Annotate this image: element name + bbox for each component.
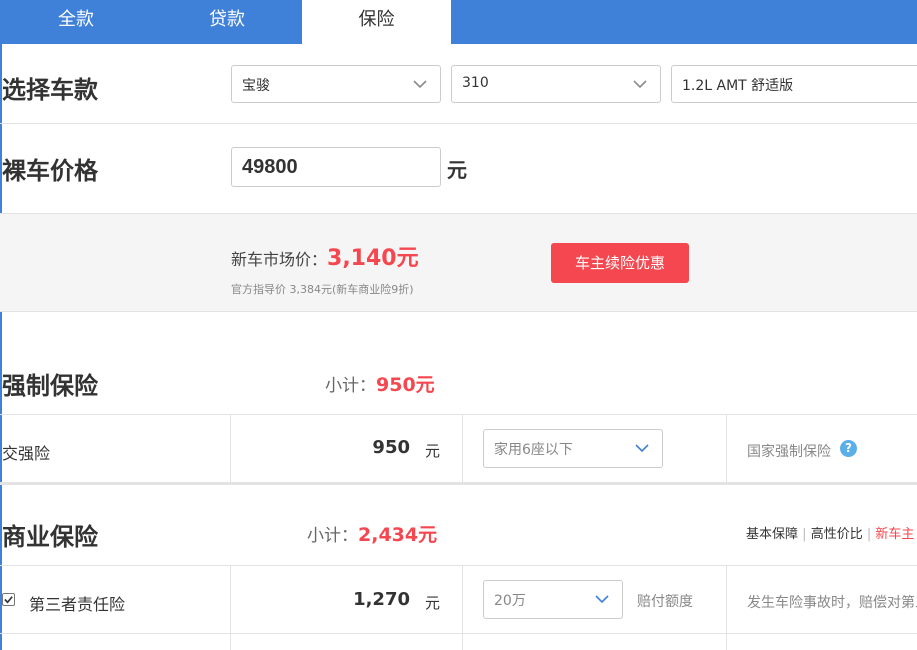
subtotal-label: 小计： [307, 526, 358, 546]
third-party-amount: 1,270 [353, 589, 410, 610]
subtotal-label: 小计： [325, 376, 376, 396]
subtotal-value: 950元 [376, 374, 435, 396]
coverage-amount-value: 20万 [494, 593, 526, 609]
coverage-amount-label: 赔付额度 [637, 594, 693, 610]
divider [0, 633, 917, 634]
divider [726, 414, 727, 482]
divider [0, 414, 917, 415]
filter-basic[interactable]: 基本保障 [746, 527, 798, 542]
price-title: 裸车价格 [2, 157, 98, 185]
compulsory-amount: 950 [372, 437, 410, 458]
divider [0, 565, 917, 566]
coverage-amount-select[interactable]: 20万 [483, 580, 623, 619]
tab-full-payment[interactable]: 全款 [0, 0, 152, 44]
model-select-value: 310 [462, 75, 489, 91]
seat-type-value: 家用6座以下 [494, 442, 573, 458]
commercial-subtotal: 小计：2,434元 [307, 520, 437, 547]
divider [230, 565, 231, 650]
third-party-checkbox[interactable] [2, 593, 15, 606]
market-price: 新车市场价：3,140元 [231, 240, 419, 272]
market-price-value: 3,140元 [327, 246, 419, 271]
model-select[interactable]: 310 [451, 65, 661, 103]
trim-select-value: 1.2L AMT 舒适版 [682, 78, 794, 94]
filter-new-owner[interactable]: 新车主 [875, 527, 914, 542]
brand-select-value: 宝骏 [242, 78, 270, 94]
compulsory-row-name: 交强险 [2, 444, 51, 463]
third-party-note: 发生车险事故时，赔偿对第三 [747, 595, 917, 611]
price-input[interactable] [231, 147, 441, 187]
chevron-down-icon [595, 595, 609, 604]
chevron-down-icon [413, 80, 427, 89]
select-car-title: 选择车款 [2, 76, 98, 104]
market-price-panel [0, 213, 917, 312]
trim-select[interactable]: 1.2L AMT 舒适版 [671, 65, 917, 103]
left-border [0, 44, 2, 650]
divider [230, 414, 231, 482]
divider [0, 123, 917, 124]
third-party-unit: 元 [425, 594, 441, 612]
divider [462, 414, 463, 482]
divider [726, 565, 727, 650]
section-divider [0, 482, 917, 485]
divider [462, 565, 463, 650]
third-party-row-name: 第三者责任险 [29, 595, 126, 614]
tab-insurance[interactable]: 保险 [302, 0, 451, 44]
compulsory-insurance-title: 强制保险 [2, 372, 98, 400]
commercial-insurance-title: 商业保险 [2, 523, 98, 551]
market-price-label: 新车市场价： [231, 250, 328, 269]
compulsory-unit: 元 [425, 442, 441, 460]
filter-value[interactable]: 高性价比 [811, 527, 863, 542]
chevron-down-icon [635, 444, 649, 453]
filter-separator: | [866, 527, 872, 542]
price-unit: 元 [447, 158, 467, 182]
tab-loan[interactable]: 贷款 [152, 0, 302, 44]
compulsory-subtotal: 小计：950元 [325, 370, 435, 397]
guide-price-text: 官方指导价 3,384元(新车商业险9折) [231, 283, 414, 296]
renewal-discount-button[interactable]: 车主续险优惠 [551, 243, 689, 283]
brand-select[interactable]: 宝骏 [231, 65, 441, 103]
seat-type-select[interactable]: 家用6座以下 [483, 429, 663, 468]
help-icon[interactable]: ? [840, 440, 857, 457]
check-icon [4, 596, 13, 604]
filter-separator: | [802, 527, 807, 542]
chevron-down-icon [633, 80, 647, 89]
package-filters: 基本保障 | 高性价比 | 新车主 [746, 523, 914, 542]
subtotal-value: 2,434元 [358, 524, 438, 546]
compulsory-note: 国家强制保险 [747, 444, 831, 460]
